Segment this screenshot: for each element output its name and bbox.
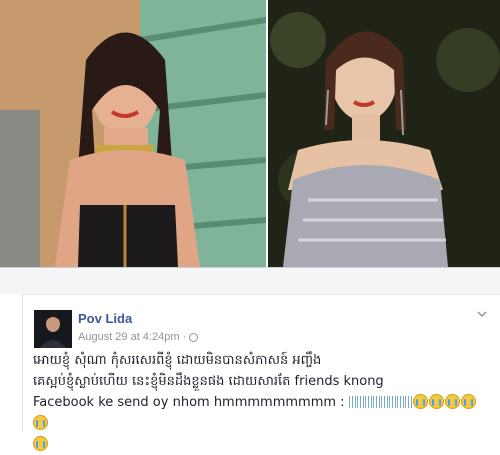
photo-collage[interactable] xyxy=(0,0,500,268)
photo-right[interactable] xyxy=(268,0,500,267)
crying-emoji-icon xyxy=(412,394,428,409)
crying-emoji-icon xyxy=(33,436,48,451)
post-body: អោយខ្ញុំ សុំណា កុំសរសេរពីខ្ញុំ ដោយមិនបាន… xyxy=(33,350,491,455)
feed-gap xyxy=(0,268,500,294)
trickle-glyph-icon xyxy=(356,396,364,408)
post-text-line1: អោយខ្ញុំ សុំណា កុំសរសេរពីខ្ញុំ ដោយមិនបាន… xyxy=(33,353,322,368)
avatar[interactable] xyxy=(34,310,72,348)
trickle-glyph-icon xyxy=(388,396,396,408)
trickle-glyphs xyxy=(348,395,413,410)
post-text-line2: គេស្អប់ខ្ញុំស្លាប់ហើយ នេះខ្ញុំមិនដឹងខ្លួ… xyxy=(33,374,384,389)
trickle-glyph-icon xyxy=(404,396,412,408)
post-meta: August 29 at 4:24pm · xyxy=(78,331,199,343)
post-text-line3: Facebook ke send oy nhom hmmmmmmmmm : xyxy=(33,395,349,410)
trickle-glyph-icon xyxy=(348,396,356,408)
trickle-glyph-icon xyxy=(380,396,388,408)
crying-emoji-icon xyxy=(460,394,476,409)
post-author-link[interactable]: Pov Lida xyxy=(78,311,132,326)
crying-emoji-icon xyxy=(428,394,444,409)
post-timestamp[interactable]: August 29 at 4:24pm xyxy=(78,331,180,343)
trickle-glyph-icon xyxy=(364,396,372,408)
facebook-post: Pov Lida August 29 at 4:24pm · អោយខ្ញុំ … xyxy=(22,294,500,451)
photo-left[interactable] xyxy=(0,0,266,267)
crying-emoji-icon xyxy=(33,415,48,430)
trickle-glyph-icon xyxy=(396,396,404,408)
meta-separator: · xyxy=(182,331,187,343)
globe-icon[interactable] xyxy=(189,332,199,342)
chevron-down-icon[interactable] xyxy=(477,309,487,319)
trickle-glyph-icon xyxy=(372,396,380,408)
crying-emoji-icon xyxy=(444,394,460,409)
